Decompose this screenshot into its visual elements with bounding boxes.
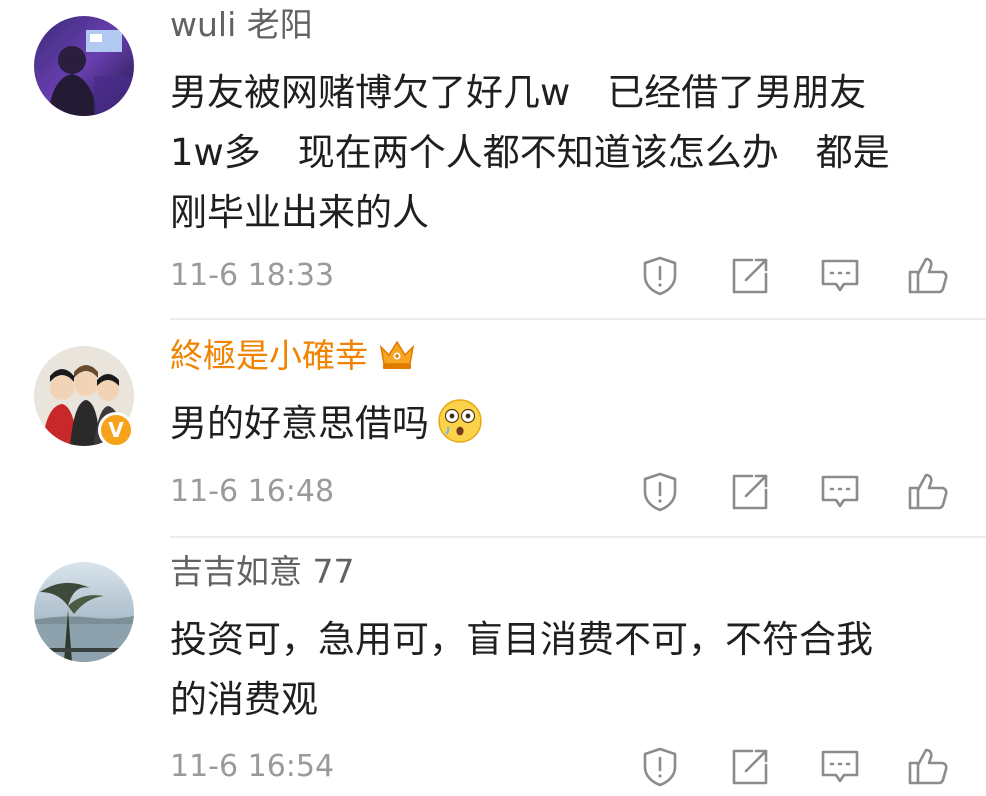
crown-icon <box>378 337 416 382</box>
username[interactable]: 終極是小確幸 <box>170 334 416 382</box>
divider <box>170 536 986 538</box>
user-avatar-lake-tree[interactable] <box>34 562 134 662</box>
report-icon[interactable] <box>638 470 682 514</box>
comment-actions <box>0 745 986 789</box>
comment-text-line: 投资可，急用可，盲目消费不可，不符合我 <box>170 618 873 661</box>
repost-icon[interactable] <box>728 470 772 514</box>
user-avatar-concert[interactable] <box>34 16 134 116</box>
verified-badge-icon: V <box>98 412 134 448</box>
comment-text-line: 刚毕业出来的人 <box>170 191 429 234</box>
comment-text: 男的好意思借吗 <box>170 394 930 462</box>
flushed-face-emoji <box>437 398 483 462</box>
reply-icon[interactable] <box>818 745 862 789</box>
like-icon[interactable] <box>906 470 950 514</box>
comment-text-line: 的消费观 <box>170 678 318 721</box>
comment-actions <box>0 470 986 514</box>
comment-text-line: 男友被网赌博欠了好几w 已经借了男朋友 <box>170 71 867 114</box>
report-icon[interactable] <box>638 254 682 298</box>
username[interactable]: wuli 老阳 <box>170 3 313 47</box>
divider <box>170 318 986 320</box>
comment-text: 男友被网赌博欠了好几w 已经借了男朋友 1w多 现在两个人都不知道该怎么办 都是… <box>170 63 930 243</box>
repost-icon[interactable] <box>728 254 772 298</box>
comment-text-line: 1w多 现在两个人都不知道该怎么办 都是 <box>170 131 890 174</box>
like-icon[interactable] <box>906 254 950 298</box>
comment-actions <box>0 254 986 298</box>
comment-text: 投资可，急用可，盲目消费不可，不符合我 的消费观 <box>170 610 930 730</box>
reply-icon[interactable] <box>818 470 862 514</box>
comment-text-line: 男的好意思借吗 <box>170 402 429 445</box>
like-icon[interactable] <box>906 745 950 789</box>
username[interactable]: 吉吉如意 77 <box>170 550 354 594</box>
repost-icon[interactable] <box>728 745 772 789</box>
username-text: 終極是小確幸 <box>170 336 368 375</box>
reply-icon[interactable] <box>818 254 862 298</box>
report-icon[interactable] <box>638 745 682 789</box>
